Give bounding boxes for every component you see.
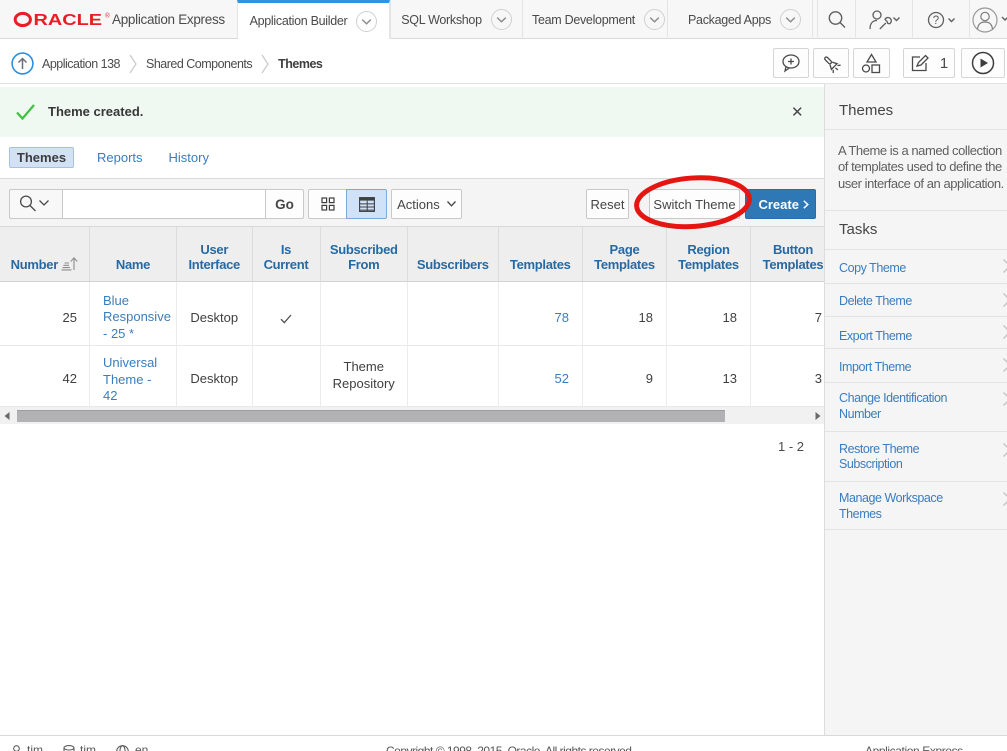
svg-text:®: ® [105, 12, 110, 20]
svg-text:?: ? [933, 15, 939, 27]
svg-text:RACLE: RACLE [34, 12, 103, 28]
